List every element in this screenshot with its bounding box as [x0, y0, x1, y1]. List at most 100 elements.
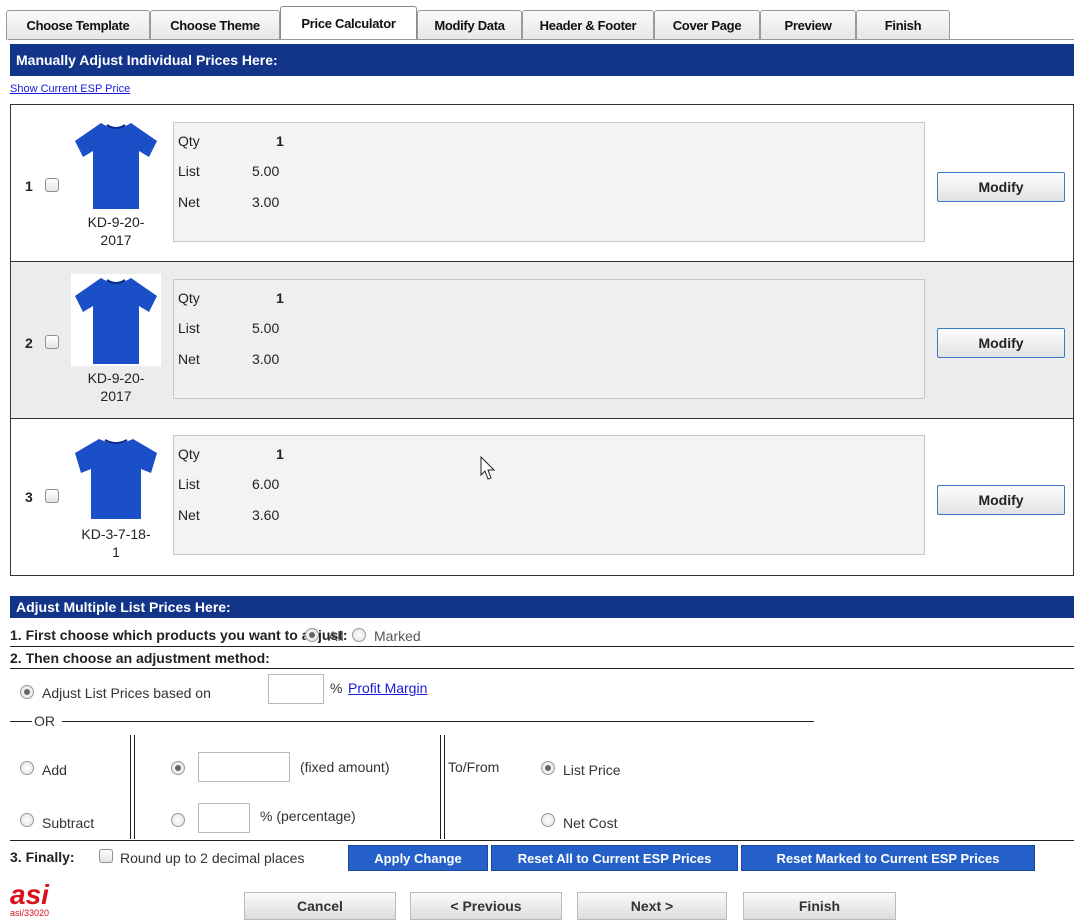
divider — [62, 721, 814, 722]
qty-value: 1 — [276, 133, 284, 149]
list-value: 5.00 — [252, 320, 280, 336]
tab-header-footer[interactable]: Header & Footer — [522, 10, 654, 40]
finish-button[interactable]: Finish — [743, 892, 896, 920]
divider — [10, 646, 1074, 647]
modify-button-3[interactable]: Modify — [937, 485, 1065, 515]
round-label: Round up to 2 decimal places — [120, 850, 305, 866]
radio-net-cost[interactable] — [541, 813, 555, 827]
mark-checkbox-3[interactable] — [45, 489, 59, 503]
qty-label: Qty — [178, 133, 200, 149]
sku-line-2: 2017 — [100, 388, 132, 404]
radio-marked-label: Marked — [374, 628, 421, 644]
subtract-label: Subtract — [42, 815, 95, 831]
net-label: Net — [178, 194, 200, 210]
tab-cover-page[interactable]: Cover Page — [654, 10, 760, 40]
next-button[interactable]: Next > — [577, 892, 727, 920]
sku-line-1: KD-9-20- — [87, 214, 145, 230]
tab-choose-theme[interactable]: Choose Theme — [150, 10, 280, 40]
tab-preview[interactable]: Preview — [760, 10, 856, 40]
radio-list-price[interactable] — [541, 761, 555, 775]
tab-finish[interactable]: Finish — [856, 10, 950, 40]
tshirt-icon — [75, 123, 157, 209]
list-label: List — [178, 320, 200, 336]
tshirt-thumbnail — [71, 433, 161, 525]
divider — [440, 735, 441, 839]
percent-sign: % — [330, 680, 343, 696]
multi-adjust-header: Adjust Multiple List Prices Here: — [10, 596, 1074, 618]
multi-adjust-title: Adjust Multiple List Prices Here: — [16, 599, 231, 615]
product-sku: KD-9-20- 2017 — [78, 213, 154, 249]
net-cost-label: Net Cost — [563, 815, 618, 831]
radio-based-on[interactable] — [20, 685, 34, 699]
tshirt-thumbnail — [71, 119, 161, 211]
sku-line-1: KD-3-7-18- — [81, 526, 151, 542]
net-value: 3.00 — [252, 351, 280, 367]
radio-all[interactable] — [305, 628, 319, 642]
divider — [130, 735, 131, 839]
radio-marked[interactable] — [352, 628, 366, 642]
apply-change-button[interactable]: Apply Change — [348, 845, 488, 871]
radio-fixed-amount[interactable] — [171, 761, 185, 775]
list-label: List — [178, 476, 200, 492]
manual-adjust-title: Manually Adjust Individual Prices Here: — [16, 52, 278, 68]
product-row-1: 1 KD-9-20- 2017 Qty 1 List 5.00 Net 3.00… — [10, 104, 1074, 261]
or-label: OR — [34, 713, 55, 729]
qty-value: 1 — [276, 446, 284, 462]
modify-button-1[interactable]: Modify — [937, 172, 1065, 202]
tab-underline — [8, 39, 1074, 40]
product-row-2: 2 KD-9-20- 2017 Qty 1 List 5.00 Net 3.00… — [10, 261, 1074, 418]
list-price-label: List Price — [563, 762, 621, 778]
margin-percent-input[interactable] — [268, 674, 324, 704]
row-number: 2 — [25, 335, 33, 351]
qty-value: 1 — [276, 290, 284, 306]
radio-subtract[interactable] — [20, 813, 34, 827]
reset-all-button[interactable]: Reset All to Current ESP Prices — [491, 845, 738, 871]
percentage-label: % (percentage) — [260, 808, 356, 824]
radio-percentage[interactable] — [171, 813, 185, 827]
product-sku: KD-3-7-18- 1 — [73, 525, 159, 561]
fixed-amount-label: (fixed amount) — [300, 759, 390, 775]
qty-label: Qty — [178, 446, 200, 462]
list-value: 6.00 — [252, 476, 280, 492]
cancel-button[interactable]: Cancel — [244, 892, 396, 920]
net-value: 3.60 — [252, 507, 280, 523]
list-label: List — [178, 163, 200, 179]
reset-marked-button[interactable]: Reset Marked to Current ESP Prices — [741, 845, 1035, 871]
round-checkbox[interactable] — [99, 849, 113, 863]
sku-line-1: KD-9-20- — [87, 370, 145, 386]
divider — [10, 840, 1074, 841]
mouse-cursor-icon — [480, 456, 496, 480]
based-on-label: Adjust List Prices based on — [42, 685, 211, 701]
divider — [10, 668, 1074, 669]
percentage-input[interactable] — [198, 803, 250, 833]
profit-margin-link[interactable]: Profit Margin — [348, 680, 427, 696]
tab-price-calculator[interactable]: Price Calculator — [280, 6, 417, 40]
price-box: Qty 1 List 6.00 Net 3.60 — [173, 435, 925, 555]
mark-checkbox-1[interactable] — [45, 178, 59, 192]
step1-label: 1. First choose which products you want … — [10, 627, 348, 643]
net-label: Net — [178, 507, 200, 523]
asi-logo-icon: asi — [10, 879, 50, 910]
product-row-3: 3 KD-3-7-18- 1 Qty 1 List 6.00 Net 3.60 … — [10, 418, 1074, 576]
tab-choose-template[interactable]: Choose Template — [6, 10, 150, 40]
qty-label: Qty — [178, 290, 200, 306]
add-label: Add — [42, 762, 67, 778]
tshirt-thumbnail — [71, 274, 161, 366]
tab-modify-data[interactable]: Modify Data — [417, 10, 522, 40]
asi-logo-sub: asi/33020 — [10, 908, 50, 918]
list-value: 5.00 — [252, 163, 280, 179]
sku-line-2: 1 — [112, 544, 120, 560]
previous-button[interactable]: < Previous — [410, 892, 562, 920]
mark-checkbox-2[interactable] — [45, 335, 59, 349]
show-current-esp-price-link[interactable]: Show Current ESP Price — [10, 83, 130, 95]
price-box: Qty 1 List 5.00 Net 3.00 — [173, 122, 925, 242]
to-from-label: To/From — [448, 759, 500, 775]
divider — [10, 721, 32, 722]
step3-label: 3. Finally: — [10, 849, 75, 865]
radio-add[interactable] — [20, 761, 34, 775]
divider — [134, 735, 135, 839]
modify-button-2[interactable]: Modify — [937, 328, 1065, 358]
manual-adjust-header: Manually Adjust Individual Prices Here: — [10, 44, 1074, 76]
fixed-amount-input[interactable] — [198, 752, 290, 782]
price-box: Qty 1 List 5.00 Net 3.00 — [173, 279, 925, 399]
